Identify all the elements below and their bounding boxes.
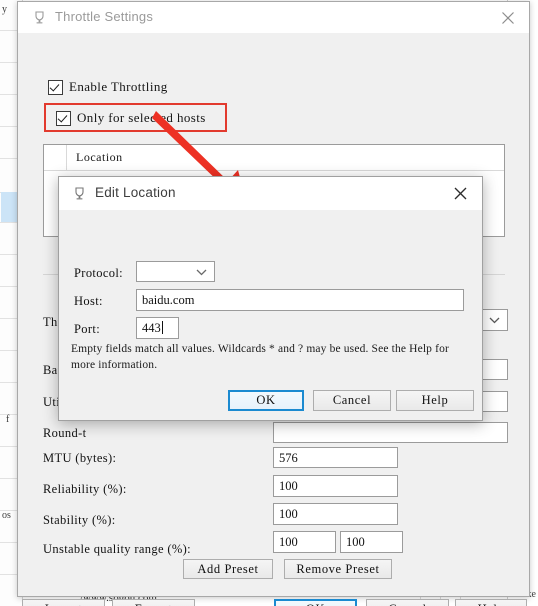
- stability-label: Stability (%):: [43, 513, 116, 527]
- location-column-header: Location: [76, 150, 123, 164]
- export-button[interactable]: Export: [112, 599, 195, 606]
- enable-throttling-checkbox-row[interactable]: Enable Throttling: [48, 79, 168, 95]
- edit-location-dialog: Edit Location Protocol: Host: baidu.com …: [58, 176, 483, 421]
- mtu-label: MTU (bytes):: [43, 451, 117, 465]
- close-icon[interactable]: [438, 177, 482, 210]
- enable-throttling-checkbox[interactable]: [48, 79, 63, 95]
- ok-button[interactable]: OK: [274, 599, 357, 606]
- edit-cancel-button[interactable]: Cancel: [313, 390, 391, 411]
- unstable-range-label: Unstable quality range (%):: [43, 542, 191, 556]
- edit-location-title: Edit Location: [95, 185, 176, 200]
- port-label: Port:: [74, 322, 101, 336]
- enable-throttling-label: Enable Throttling: [69, 79, 168, 94]
- reliability-input[interactable]: 100: [273, 475, 398, 497]
- cancel-button[interactable]: Cancel: [366, 599, 449, 606]
- round-trip-input[interactable]: [273, 422, 508, 443]
- protocol-label: Protocol:: [74, 266, 123, 280]
- screen: y f os ☑ f: f: t T: rt /www.sogou.com TL…: [0, 0, 538, 606]
- unstable-range-max-input[interactable]: 100: [340, 531, 403, 553]
- location-list-header: Location: [44, 145, 504, 171]
- throttle-titlebar: Throttle Settings: [18, 2, 529, 34]
- edit-ok-button[interactable]: OK: [228, 390, 304, 411]
- throttle-window-title: Throttle Settings: [55, 9, 154, 24]
- chevron-down-icon: [196, 263, 207, 281]
- background-left-char-y: y: [2, 4, 7, 15]
- wildcard-help-text: Empty fields match all values. Wildcards…: [71, 343, 449, 371]
- edit-help-button[interactable]: Help: [396, 390, 474, 411]
- reliability-label: Reliability (%):: [43, 482, 127, 496]
- protocol-dropdown[interactable]: [136, 261, 215, 282]
- add-preset-button[interactable]: Add Preset: [183, 559, 273, 579]
- help-button[interactable]: Help: [455, 599, 527, 606]
- app-icon: [72, 186, 87, 201]
- only-selected-hosts-checkbox[interactable]: [56, 110, 71, 126]
- only-selected-hosts-checkbox-row[interactable]: Only for selected hosts: [56, 110, 206, 126]
- port-input-value: 443: [142, 321, 161, 335]
- mtu-input[interactable]: 576: [273, 447, 398, 468]
- host-label: Host:: [74, 294, 103, 308]
- remove-preset-button[interactable]: Remove Preset: [284, 559, 392, 579]
- location-header-divider: [66, 145, 67, 171]
- import-button[interactable]: Import: [22, 599, 105, 606]
- unstable-range-min-input[interactable]: 100: [273, 531, 336, 553]
- edit-location-body: Protocol: Host: baidu.com Port: 443 Empt…: [59, 210, 482, 420]
- app-icon: [32, 10, 47, 25]
- chevron-down-icon: [489, 311, 500, 329]
- close-icon[interactable]: [487, 2, 529, 33]
- port-input[interactable]: 443: [136, 317, 179, 339]
- round-trip-label: Round-t: [43, 426, 87, 440]
- host-input[interactable]: baidu.com: [136, 289, 464, 311]
- edit-location-titlebar: Edit Location: [59, 177, 482, 210]
- text-caret: [161, 321, 163, 334]
- stability-input[interactable]: 100: [273, 503, 398, 525]
- only-selected-hosts-label: Only for selected hosts: [77, 110, 206, 125]
